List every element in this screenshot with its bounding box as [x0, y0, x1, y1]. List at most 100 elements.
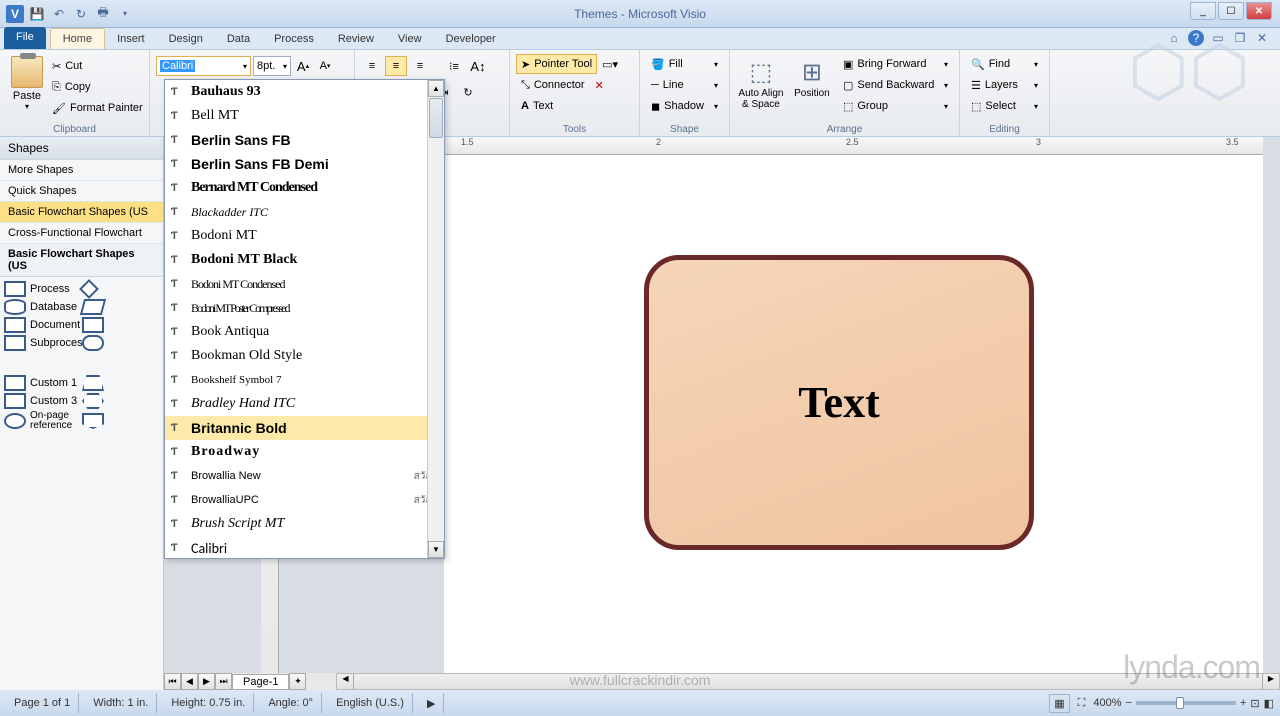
- new-page-button[interactable]: ✦: [289, 673, 306, 690]
- font-name-combo[interactable]: Calibri▾: [156, 56, 251, 76]
- stencil-custom4[interactable]: [82, 393, 160, 409]
- qat-dropdown-icon[interactable]: ▾: [116, 5, 134, 23]
- shrink-font-button[interactable]: A▾: [315, 56, 335, 76]
- font-option[interactable]: ƬBookshelf Symbol 7: [165, 368, 444, 392]
- align-top-button[interactable]: ≡: [361, 56, 383, 76]
- font-option[interactable]: ƬBauhaus 93: [165, 80, 444, 104]
- status-zoom[interactable]: 400%: [1093, 697, 1121, 709]
- stencil-terminator[interactable]: [82, 335, 160, 351]
- pan-zoom-button[interactable]: ◧: [1264, 697, 1274, 710]
- help-icon[interactable]: ?: [1188, 30, 1204, 46]
- font-option[interactable]: ƬBell MT: [165, 104, 444, 128]
- home-icon[interactable]: ⌂: [1166, 30, 1182, 46]
- page-prev-button[interactable]: ◀: [181, 673, 198, 690]
- fit-page-button[interactable]: ⊡: [1250, 697, 1259, 710]
- cut-button[interactable]: ✂Cut: [52, 56, 143, 76]
- scroll-thumb[interactable]: [429, 98, 443, 138]
- print-icon[interactable]: 🖶: [94, 5, 112, 23]
- tab-data[interactable]: Data: [215, 29, 262, 49]
- status-language[interactable]: English (U.S.): [328, 693, 413, 713]
- restore-icon[interactable]: ❐: [1232, 30, 1248, 46]
- auto-align-button[interactable]: ⬚ Auto Align & Space: [736, 52, 786, 135]
- zoom-thumb[interactable]: [1176, 697, 1184, 709]
- rounded-rectangle-shape[interactable]: Text: [644, 255, 1034, 550]
- stencil-process[interactable]: Process: [4, 281, 82, 297]
- stencil-decision[interactable]: [82, 281, 160, 297]
- paste-button[interactable]: Paste ▾: [6, 52, 48, 135]
- font-option[interactable]: ƬBookman Old Style: [165, 344, 444, 368]
- quick-shapes-item[interactable]: Quick Shapes: [0, 181, 163, 202]
- scroll-down-icon[interactable]: ▼: [428, 541, 444, 558]
- font-option[interactable]: ƬBook Antiqua: [165, 320, 444, 344]
- copy-button[interactable]: ⎘Copy: [52, 77, 143, 97]
- position-button[interactable]: ⊞ Position: [790, 52, 834, 135]
- close-button[interactable]: ✕: [1246, 2, 1272, 20]
- grow-font-button[interactable]: A▴: [293, 56, 313, 76]
- font-option[interactable]: ƬBradley Hand ITC: [165, 392, 444, 416]
- page-first-button[interactable]: ⏮: [164, 673, 181, 690]
- fill-button[interactable]: 🪣Fill▾: [646, 54, 723, 74]
- zoom-in-button[interactable]: +: [1240, 697, 1246, 709]
- group-button[interactable]: ⬚Group▾: [838, 96, 953, 116]
- layers-button[interactable]: ☰Layers▾: [966, 75, 1043, 95]
- tab-review[interactable]: Review: [326, 29, 386, 49]
- close2-icon[interactable]: ✕: [1254, 30, 1270, 46]
- find-button[interactable]: 🔍Find▾: [966, 54, 1043, 74]
- window-icon[interactable]: ▭: [1210, 30, 1226, 46]
- select-button[interactable]: ⬚Select▾: [966, 96, 1043, 116]
- tab-insert[interactable]: Insert: [105, 29, 157, 49]
- drawing-page[interactable]: Text: [444, 155, 1263, 673]
- line-button[interactable]: ─Line▾: [646, 75, 723, 95]
- tab-developer[interactable]: Developer: [434, 29, 508, 49]
- font-scrollbar[interactable]: ▲ ▼: [427, 80, 444, 558]
- bring-forward-button[interactable]: ▣Bring Forward▾: [838, 54, 953, 74]
- font-list[interactable]: ƬBauhaus 93ƬBell MTƬBerlin Sans FBƬBerli…: [165, 80, 444, 558]
- font-option[interactable]: ƬBodoni MT: [165, 224, 444, 248]
- page-tab-1[interactable]: Page-1: [232, 674, 289, 690]
- font-option[interactable]: ƬBroadway: [165, 440, 444, 464]
- view-normal-icon[interactable]: ▦: [1049, 694, 1069, 713]
- font-size-combo[interactable]: 8pt.▾: [253, 56, 291, 76]
- font-option[interactable]: ƬBrowallia Newสวัสดี: [165, 464, 444, 488]
- font-option[interactable]: ƬBernard MT Condensed: [165, 176, 444, 200]
- tab-file[interactable]: File: [4, 27, 46, 49]
- font-option[interactable]: ƬBlackadder ITC: [165, 200, 444, 224]
- undo-icon[interactable]: ↶: [50, 5, 68, 23]
- stencil-document[interactable]: Document: [4, 317, 82, 333]
- stencil-data[interactable]: [82, 299, 160, 315]
- stencil-database[interactable]: Database: [4, 299, 82, 315]
- format-painter-button[interactable]: 🖌Format Painter: [52, 98, 143, 118]
- status-macro-icon[interactable]: ▶: [419, 693, 444, 713]
- tab-view[interactable]: View: [386, 29, 434, 49]
- font-option[interactable]: ƬBritannic Bold: [165, 416, 444, 440]
- pointer-tool-button[interactable]: ➤Pointer Tool: [516, 54, 597, 74]
- save-icon[interactable]: 💾: [28, 5, 46, 23]
- tab-design[interactable]: Design: [157, 29, 215, 49]
- scroll-up-icon[interactable]: ▲: [428, 80, 444, 97]
- font-option[interactable]: ƬBodoni MT Condensed: [165, 272, 444, 296]
- align-bottom-button[interactable]: ≡: [409, 56, 431, 76]
- send-backward-button[interactable]: ▢Send Backward▾: [838, 75, 953, 95]
- connector-tool-button[interactable]: ⤡Connector: [516, 75, 590, 95]
- font-option[interactable]: ƬBerlin Sans FB Demi: [165, 152, 444, 176]
- minimize-button[interactable]: _: [1190, 2, 1216, 20]
- stencil-external[interactable]: [82, 317, 160, 333]
- zoom-slider[interactable]: [1136, 701, 1236, 705]
- maximize-button[interactable]: ☐: [1218, 2, 1244, 20]
- font-option[interactable]: ƬCalibri: [165, 536, 444, 558]
- delete-connector-button[interactable]: ✕: [590, 75, 616, 95]
- stencil-custom1[interactable]: Custom 1: [4, 375, 82, 391]
- basic-flowchart-item[interactable]: Basic Flowchart Shapes (US: [0, 202, 163, 223]
- view-full-icon[interactable]: ⛶: [1074, 695, 1090, 712]
- shape-tool-button[interactable]: ▭▾: [597, 54, 623, 74]
- font-option[interactable]: ƬBodoni MT Poster Compressed: [165, 296, 444, 320]
- stencil-subprocess[interactable]: Subprocess: [4, 335, 82, 351]
- stencil-custom2[interactable]: [82, 375, 160, 391]
- bullets-button[interactable]: ⁝≡: [443, 56, 465, 76]
- tab-process[interactable]: Process: [262, 29, 326, 49]
- h-scroll-track[interactable]: ◀ ▶: [336, 673, 1280, 690]
- font-option[interactable]: ƬBrush Script MT: [165, 512, 444, 536]
- cross-functional-item[interactable]: Cross-Functional Flowchart: [0, 223, 163, 244]
- align-middle-button[interactable]: ≡: [385, 56, 407, 76]
- stencil-custom3[interactable]: Custom 3: [4, 393, 82, 409]
